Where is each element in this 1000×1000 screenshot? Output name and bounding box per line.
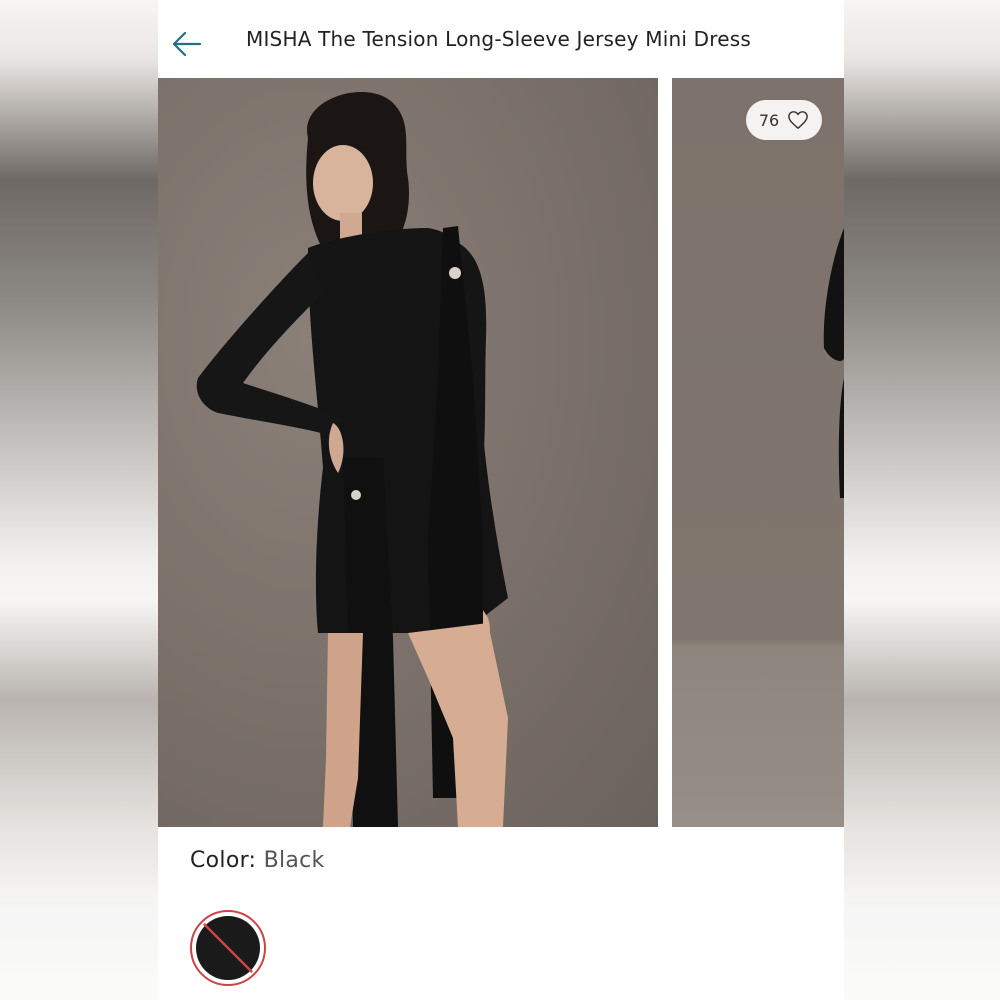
favorite-count: 76: [758, 110, 780, 130]
color-swatch-black[interactable]: [190, 910, 266, 986]
image-carousel[interactable]: 76: [158, 78, 844, 827]
product-photo: [196, 91, 508, 827]
page-title: MISHA The Tension Long-Sleeve Jersey Min…: [246, 27, 751, 51]
product-page: MISHA The Tension Long-Sleeve Jersey Min…: [158, 0, 844, 1000]
back-button[interactable]: [168, 24, 208, 64]
unavailable-swatch-icon: [196, 916, 260, 980]
arrow-left-icon: [172, 31, 202, 57]
heart-icon: [788, 111, 808, 129]
product-photo-partial: [823, 228, 844, 498]
favorite-button[interactable]: 76: [746, 100, 822, 140]
top-bar: MISHA The Tension Long-Sleeve Jersey Min…: [158, 0, 844, 78]
product-image-next[interactable]: 76: [672, 78, 844, 827]
product-image-main[interactable]: [158, 78, 658, 827]
color-label: Color:: [190, 848, 257, 873]
color-selection-label: Color: Black: [190, 848, 325, 873]
color-value: Black: [263, 848, 325, 873]
